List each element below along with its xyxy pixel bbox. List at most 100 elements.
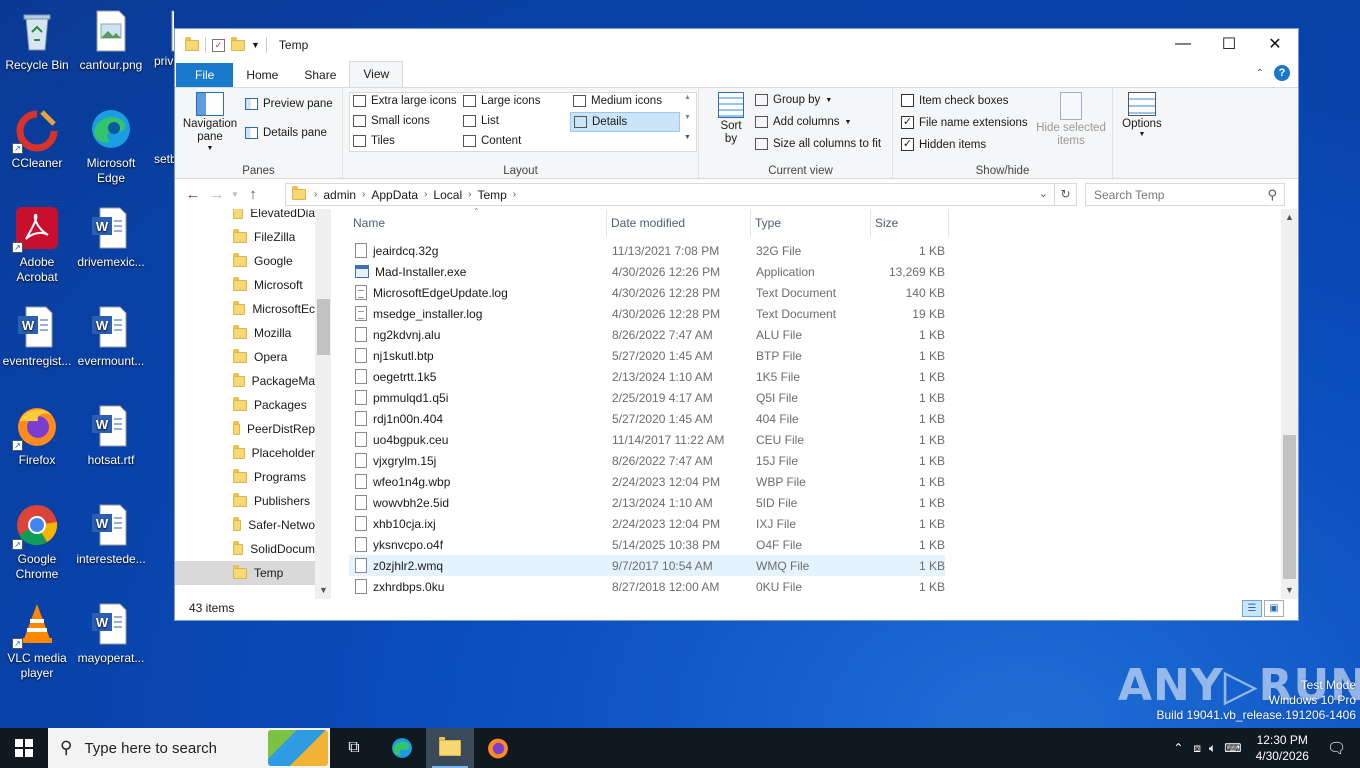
- preview-pane-button[interactable]: Preview pane: [245, 98, 333, 110]
- checkbox[interactable]: ✓: [901, 138, 914, 151]
- nav-item[interactable]: FileZilla: [175, 225, 315, 249]
- desktop-icon-acrobat[interactable]: ↗ Adobe Acrobat: [0, 205, 74, 285]
- tab-share[interactable]: Share: [291, 63, 349, 87]
- table-row[interactable]: ng2kdvnj.alu 8/26/2022 7:47 AM ALU File 1 K…: [349, 324, 945, 345]
- table-row[interactable]: rdj1n00n.404 5/27/2020 1:45 AM 404 File 1 K…: [349, 408, 945, 429]
- close-button[interactable]: ✕: [1252, 29, 1298, 59]
- nav-scrollbar[interactable]: ▼: [315, 209, 331, 599]
- nav-item-temp[interactable]: Temp: [175, 561, 315, 585]
- maximize-button[interactable]: ☐: [1206, 29, 1252, 59]
- address-bar[interactable]: › admin › AppData › Local › Temp › ⌄: [285, 183, 1055, 206]
- nav-item[interactable]: PeerDistRep: [175, 417, 315, 441]
- table-row[interactable]: uo4bgpuk.ceu 11/14/2017 11:22 AM CEU File 1…: [349, 429, 945, 450]
- input-indicator-icon[interactable]: ⌨︎: [1224, 741, 1241, 755]
- breadcrumb-admin[interactable]: admin: [323, 188, 356, 202]
- network-icon[interactable]: ⧈: [1193, 741, 1201, 756]
- refresh-button[interactable]: ↻: [1055, 183, 1077, 206]
- size-all-columns-button[interactable]: Size all columns to fit: [755, 138, 881, 150]
- navigation-pane-button[interactable]: Navigation pane ▼: [181, 92, 239, 152]
- desktop-icon-setb[interactable]: setb: [148, 106, 174, 167]
- tab-file[interactable]: File: [176, 63, 234, 87]
- table-row[interactable]: vjxgrylm.15j 8/26/2022 7:47 AM 15J File 1 K…: [349, 450, 945, 471]
- layout-list[interactable]: List: [463, 115, 499, 127]
- collapse-ribbon-icon[interactable]: ⌃: [1256, 68, 1264, 79]
- nav-item[interactable]: Google: [175, 249, 315, 273]
- table-row[interactable]: xhb10cja.ixj 2/24/2023 12:04 PM IXJ File 1 …: [349, 513, 945, 534]
- taskbar-firefox-button[interactable]: [474, 728, 522, 768]
- start-button[interactable]: [0, 728, 48, 768]
- nav-item[interactable]: Placeholder: [175, 441, 315, 465]
- desktop-icon-vlc[interactable]: ↗ VLC media player: [0, 601, 74, 681]
- table-row[interactable]: zxhrdbps.0ku 8/27/2018 12:00 AM 0KU File 1 …: [349, 576, 945, 597]
- volume-icon[interactable]: 🔈︎: [1209, 741, 1216, 756]
- table-row[interactable]: z0zjhlr2.wmq 9/7/2017 10:54 AM WMQ File 1 K…: [349, 555, 945, 576]
- forward-button[interactable]: →: [205, 186, 229, 203]
- desktop-icon-drivemexic[interactable]: W drivemexic...: [74, 205, 148, 270]
- layout-scroll-down-icon[interactable]: ▼: [684, 114, 691, 121]
- checkbox[interactable]: ✓: [901, 116, 914, 129]
- task-view-button[interactable]: ⧉: [330, 728, 378, 768]
- nav-item[interactable]: Packages: [175, 393, 315, 417]
- item-check-boxes-toggle[interactable]: Item check boxes: [901, 94, 1008, 107]
- nav-item[interactable]: Microsoft: [175, 273, 315, 297]
- nav-item[interactable]: Opera: [175, 345, 315, 369]
- scrollbar-thumb[interactable]: [1283, 435, 1296, 579]
- taskbar-file-explorer-button[interactable]: [426, 728, 474, 768]
- desktop-icon-chrome[interactable]: ↗ Google Chrome: [0, 502, 74, 582]
- scrollbar-thumb[interactable]: [317, 299, 330, 355]
- options-button[interactable]: Options ▼: [1119, 92, 1165, 138]
- layout-scroll-up-icon[interactable]: ▲: [684, 94, 691, 101]
- layout-large-icons[interactable]: Large icons: [463, 95, 540, 107]
- taskbar-edge-button[interactable]: [378, 728, 426, 768]
- hidden-items-toggle[interactable]: ✓ Hidden items: [901, 138, 986, 151]
- table-row[interactable]: msedge_installer.log 4/30/2026 12:28 PM Te…: [349, 303, 945, 324]
- up-button[interactable]: ↑: [241, 186, 265, 203]
- desktop-icon-canfour[interactable]: canfour.png: [74, 8, 148, 73]
- desktop-icon-recycle-bin[interactable]: Recycle Bin: [0, 8, 74, 73]
- layout-extra-large-icons[interactable]: Extra large icons: [353, 95, 457, 107]
- nav-item[interactable]: Programs: [175, 465, 315, 489]
- chevron-right-icon[interactable]: ›: [314, 189, 317, 200]
- desktop-icon-interestede[interactable]: W interestede...: [74, 502, 148, 567]
- back-button[interactable]: ←: [181, 186, 205, 203]
- desktop-icon-firefox[interactable]: ↗ Firefox: [0, 403, 74, 468]
- breadcrumb-temp[interactable]: Temp: [477, 188, 506, 202]
- table-row[interactable]: wowvbh2e.5id 2/13/2024 1:10 AM 5ID File 1 K…: [349, 492, 945, 513]
- notifications-icon[interactable]: 🗨︎: [1327, 739, 1346, 757]
- table-row[interactable]: jeairdcq.32g 11/13/2021 7:08 PM 32G File 1 …: [349, 240, 945, 261]
- layout-expand-icon[interactable]: ▼: [684, 134, 691, 141]
- clock[interactable]: 12:30 PM 4/30/2026: [1256, 732, 1309, 764]
- recent-locations-icon[interactable]: ▼: [229, 190, 241, 199]
- desktop-icon-mayoperat[interactable]: W mayoperat...: [74, 601, 148, 666]
- tab-home[interactable]: Home: [233, 63, 291, 87]
- table-row[interactable]: yksnvcpo.o4f 5/14/2025 10:38 PM O4F File 1 …: [349, 534, 945, 555]
- breadcrumb-appdata[interactable]: AppData: [371, 188, 418, 202]
- desktop-icon-hotsat[interactable]: W hotsat.rtf: [74, 403, 148, 468]
- checkbox[interactable]: [901, 94, 914, 107]
- table-row[interactable]: oegetrtt.1k5 2/13/2024 1:10 AM 1K5 File 1 K…: [349, 366, 945, 387]
- column-header-name[interactable]: Name: [349, 209, 607, 237]
- nav-item[interactable]: Publishers: [175, 489, 315, 513]
- group-by-button[interactable]: Group by ▼: [755, 94, 832, 106]
- column-header-type[interactable]: Type: [751, 209, 871, 237]
- desktop-icon-ccleaner[interactable]: ↗ CCleaner: [0, 106, 74, 171]
- minimize-button[interactable]: —: [1160, 29, 1206, 59]
- nav-item[interactable]: PackageMa: [175, 369, 315, 393]
- nav-item[interactable]: Mozilla: [175, 321, 315, 345]
- sort-by-button[interactable]: Sort by: [715, 92, 747, 146]
- help-icon[interactable]: ?: [1274, 65, 1290, 81]
- add-columns-button[interactable]: Add columns ▼: [755, 116, 851, 128]
- table-row[interactable]: MicrosoftEdgeUpdate.log 4/30/2026 12:28 P…: [349, 282, 945, 303]
- column-header-size[interactable]: Size: [871, 209, 949, 237]
- taskbar-search-input[interactable]: ⚲ Type here to search: [48, 728, 330, 768]
- scroll-up-icon[interactable]: ▲: [1281, 209, 1298, 226]
- large-icons-view-button[interactable]: ▣: [1264, 600, 1284, 617]
- show-hidden-icons-icon[interactable]: ⌃: [1173, 741, 1183, 755]
- nav-item[interactable]: MicrosoftEc: [175, 297, 315, 321]
- details-pane-button[interactable]: Details pane: [245, 127, 327, 139]
- file-list-scrollbar[interactable]: ▲ ▼: [1281, 209, 1298, 599]
- properties-icon[interactable]: ✓: [212, 38, 225, 52]
- tab-view[interactable]: View: [349, 61, 404, 87]
- details-view-button[interactable]: ☰: [1242, 600, 1262, 617]
- layout-details[interactable]: Details: [570, 112, 680, 132]
